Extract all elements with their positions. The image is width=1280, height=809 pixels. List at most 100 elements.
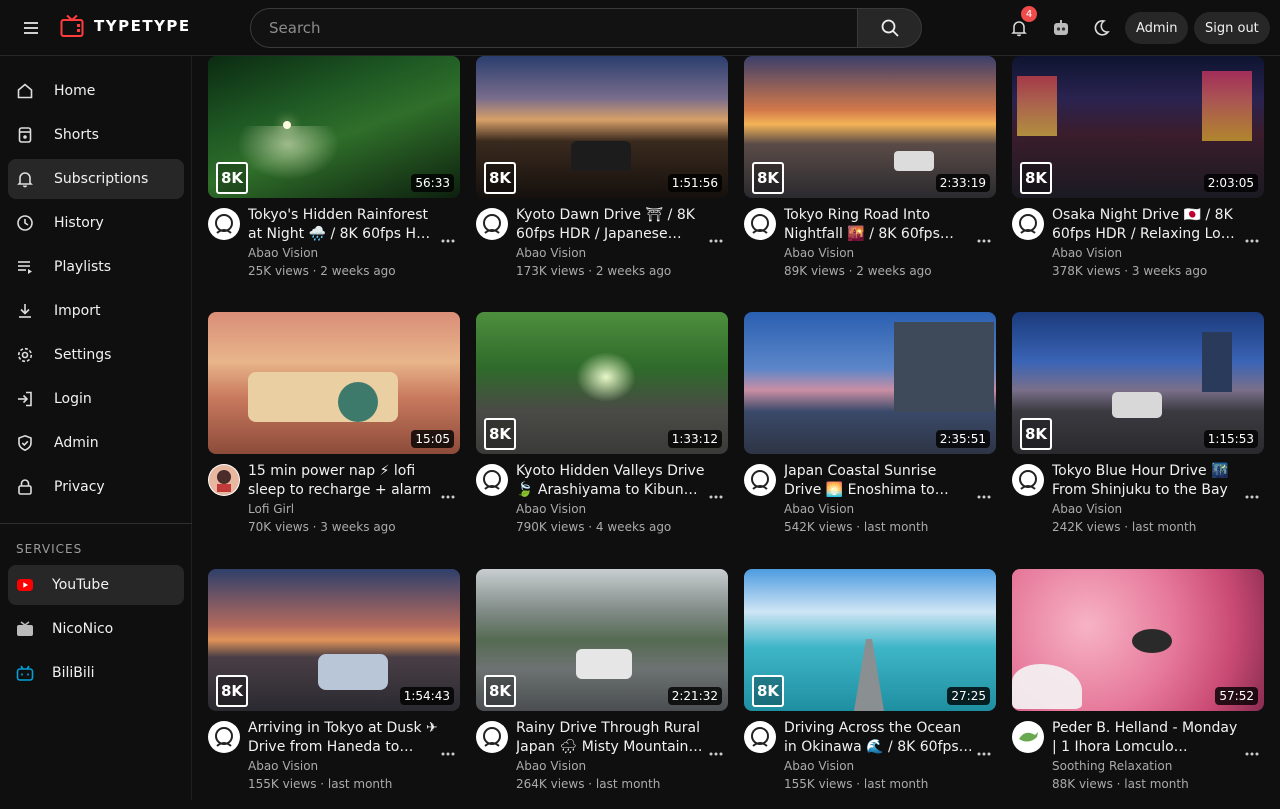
- shield-icon: [16, 434, 34, 452]
- sign-out-button[interactable]: Sign out: [1194, 12, 1270, 44]
- video-thumbnail[interactable]: 8K 2:21:32: [476, 569, 728, 711]
- admin-button[interactable]: Admin: [1125, 12, 1189, 44]
- video-card[interactable]: 57:52 Peder B. Helland - Monday | 1 Ihor…: [1012, 569, 1264, 809]
- more-options-button[interactable]: [438, 234, 458, 248]
- sidebar-item-youtube[interactable]: YouTube: [8, 565, 184, 605]
- sidebar-item-home[interactable]: Home: [8, 71, 184, 111]
- video-channel[interactable]: Abao Vision: [784, 246, 854, 260]
- video-title[interactable]: Tokyo's Hidden Rainforest at Night 🌧️ / …: [248, 206, 438, 244]
- channel-avatar[interactable]: [476, 721, 508, 753]
- video-channel[interactable]: Abao Vision: [784, 759, 854, 773]
- video-duration: 1:15:53: [1203, 430, 1258, 448]
- sidebar-item-settings[interactable]: Settings: [8, 335, 184, 375]
- video-card[interactable]: 8K 2:33:19 Tokyo Ring Road Into Nightfal…: [744, 56, 996, 296]
- video-channel[interactable]: Abao Vision: [248, 246, 318, 260]
- sidebar-item-login[interactable]: Login: [8, 379, 184, 419]
- video-duration: 2:03:05: [1203, 174, 1258, 192]
- video-channel[interactable]: Abao Vision: [1052, 502, 1122, 516]
- channel-avatar[interactable]: [208, 464, 240, 496]
- sidebar-item-shorts[interactable]: Shorts: [8, 115, 184, 155]
- video-card[interactable]: 8K 2:21:32 Rainy Drive Through Rural Jap…: [476, 569, 728, 809]
- video-channel[interactable]: Abao Vision: [516, 759, 586, 773]
- sidebar-item-history[interactable]: History: [8, 203, 184, 243]
- more-options-button[interactable]: [974, 490, 994, 504]
- more-options-button[interactable]: [1242, 747, 1262, 761]
- channel-avatar[interactable]: [208, 208, 240, 240]
- video-title[interactable]: Rainy Drive Through Rural Japan 🌧 Misty …: [516, 719, 706, 757]
- sidebar-item-privacy[interactable]: Privacy: [8, 467, 184, 507]
- video-thumbnail[interactable]: 8K 1:54:43: [208, 569, 460, 711]
- video-card[interactable]: 8K 1:33:12 Kyoto Hidden Valleys Drive 🍃 …: [476, 312, 728, 552]
- video-channel[interactable]: Abao Vision: [248, 759, 318, 773]
- search-button[interactable]: [858, 8, 922, 48]
- theme-toggle-button[interactable]: [1086, 13, 1116, 43]
- channel-avatar[interactable]: [476, 208, 508, 240]
- sidebar-item-subscriptions[interactable]: Subscriptions: [8, 159, 184, 199]
- channel-avatar[interactable]: [744, 208, 776, 240]
- video-thumbnail[interactable]: 8K 1:51:56: [476, 56, 728, 198]
- channel-avatar[interactable]: [476, 464, 508, 496]
- video-card[interactable]: 8K 1:15:53 Tokyo Blue Hour Drive 🌃 From …: [1012, 312, 1264, 552]
- video-thumbnail[interactable]: 8K 2:03:05: [1012, 56, 1264, 198]
- video-duration: 27:25: [947, 687, 990, 705]
- video-thumbnail[interactable]: 8K 27:25: [744, 569, 996, 711]
- sidebar-item-bilibili[interactable]: BiliBili: [8, 653, 184, 693]
- video-card[interactable]: 8K 1:54:43 Arriving in Tokyo at Dusk ✈ D…: [208, 569, 460, 809]
- menu-icon[interactable]: [22, 19, 44, 37]
- more-options-button[interactable]: [1242, 234, 1262, 248]
- video-thumbnail[interactable]: 15:05: [208, 312, 460, 454]
- video-channel[interactable]: Abao Vision: [516, 502, 586, 516]
- channel-avatar[interactable]: [1012, 208, 1044, 240]
- bot-button[interactable]: [1046, 13, 1076, 43]
- channel-avatar[interactable]: [1012, 464, 1044, 496]
- video-channel[interactable]: Soothing Relaxation: [1052, 759, 1172, 773]
- video-thumbnail[interactable]: 57:52: [1012, 569, 1264, 711]
- channel-avatar[interactable]: [1012, 721, 1044, 753]
- video-thumbnail[interactable]: 2:35:51: [744, 312, 996, 454]
- video-card[interactable]: 8K 27:25 Driving Across the Ocean in Oki…: [744, 569, 996, 809]
- video-title[interactable]: Peder B. Helland - Monday | 1 Ihora Lomc…: [1052, 719, 1242, 757]
- more-options-button[interactable]: [974, 747, 994, 761]
- video-thumbnail[interactable]: 8K 2:33:19: [744, 56, 996, 198]
- video-title[interactable]: Tokyo Ring Road Into Nightfall 🌇 / 8K 60…: [784, 206, 974, 244]
- video-channel[interactable]: Lofi Girl: [248, 502, 294, 516]
- video-title[interactable]: Tokyo Blue Hour Drive 🌃 From Shinjuku to…: [1052, 462, 1242, 500]
- video-card[interactable]: 15:05 15 min power nap ⚡ lofi sleep to r…: [208, 312, 460, 552]
- more-options-button[interactable]: [706, 490, 726, 504]
- more-options-button[interactable]: [706, 747, 726, 761]
- sidebar-item-niconico[interactable]: NicoNico: [8, 609, 184, 649]
- video-channel[interactable]: Abao Vision: [784, 502, 854, 516]
- more-options-button[interactable]: [1242, 490, 1262, 504]
- video-title[interactable]: Driving Across the Ocean in Okinawa 🌊 / …: [784, 719, 974, 757]
- sidebar-item-import[interactable]: Import: [8, 291, 184, 331]
- video-thumbnail[interactable]: 8K 1:33:12: [476, 312, 728, 454]
- video-card[interactable]: 8K 56:33 Tokyo's Hidden Rainforest at Ni…: [208, 56, 460, 296]
- more-options-button[interactable]: [706, 234, 726, 248]
- video-card[interactable]: 8K 2:03:05 Osaka Night Drive 🇯🇵 / 8K 60f…: [1012, 56, 1264, 296]
- search-input[interactable]: [250, 8, 858, 48]
- more-options-button[interactable]: [438, 490, 458, 504]
- video-card[interactable]: 8K 1:51:56 Kyoto Dawn Drive ⛩ / 8K 60fps…: [476, 56, 728, 296]
- channel-avatar[interactable]: [744, 721, 776, 753]
- 8k-badge: 8K: [216, 162, 248, 194]
- video-channel[interactable]: Abao Vision: [516, 246, 586, 260]
- sidebar-item-admin[interactable]: Admin: [8, 423, 184, 463]
- video-title[interactable]: Japan Coastal Sunrise Drive 🌅 Enoshima t…: [784, 462, 974, 500]
- video-channel[interactable]: Abao Vision: [1052, 246, 1122, 260]
- app-logo[interactable]: TYPETYPE: [60, 14, 191, 38]
- channel-avatar[interactable]: [208, 721, 240, 753]
- sidebar-item-label: History: [54, 215, 104, 231]
- sidebar-item-playlists[interactable]: Playlists: [8, 247, 184, 287]
- video-thumbnail[interactable]: 8K 1:15:53: [1012, 312, 1264, 454]
- video-title[interactable]: Kyoto Dawn Drive ⛩ / 8K 60fps HDR / Japa…: [516, 206, 706, 244]
- video-thumbnail[interactable]: 8K 56:33: [208, 56, 460, 198]
- more-options-button[interactable]: [438, 747, 458, 761]
- video-title[interactable]: Osaka Night Drive 🇯🇵 / 8K 60fps HDR / Re…: [1052, 206, 1242, 244]
- video-title[interactable]: 15 min power nap ⚡ lofi sleep to recharg…: [248, 462, 438, 500]
- video-card[interactable]: 2:35:51 Japan Coastal Sunrise Drive 🌅 En…: [744, 312, 996, 552]
- video-title[interactable]: Kyoto Hidden Valleys Drive 🍃 Arashiyama …: [516, 462, 706, 500]
- notifications-button[interactable]: 4: [1004, 6, 1037, 43]
- video-title[interactable]: Arriving in Tokyo at Dusk ✈ Drive from H…: [248, 719, 438, 757]
- channel-avatar[interactable]: [744, 464, 776, 496]
- more-options-button[interactable]: [974, 234, 994, 248]
